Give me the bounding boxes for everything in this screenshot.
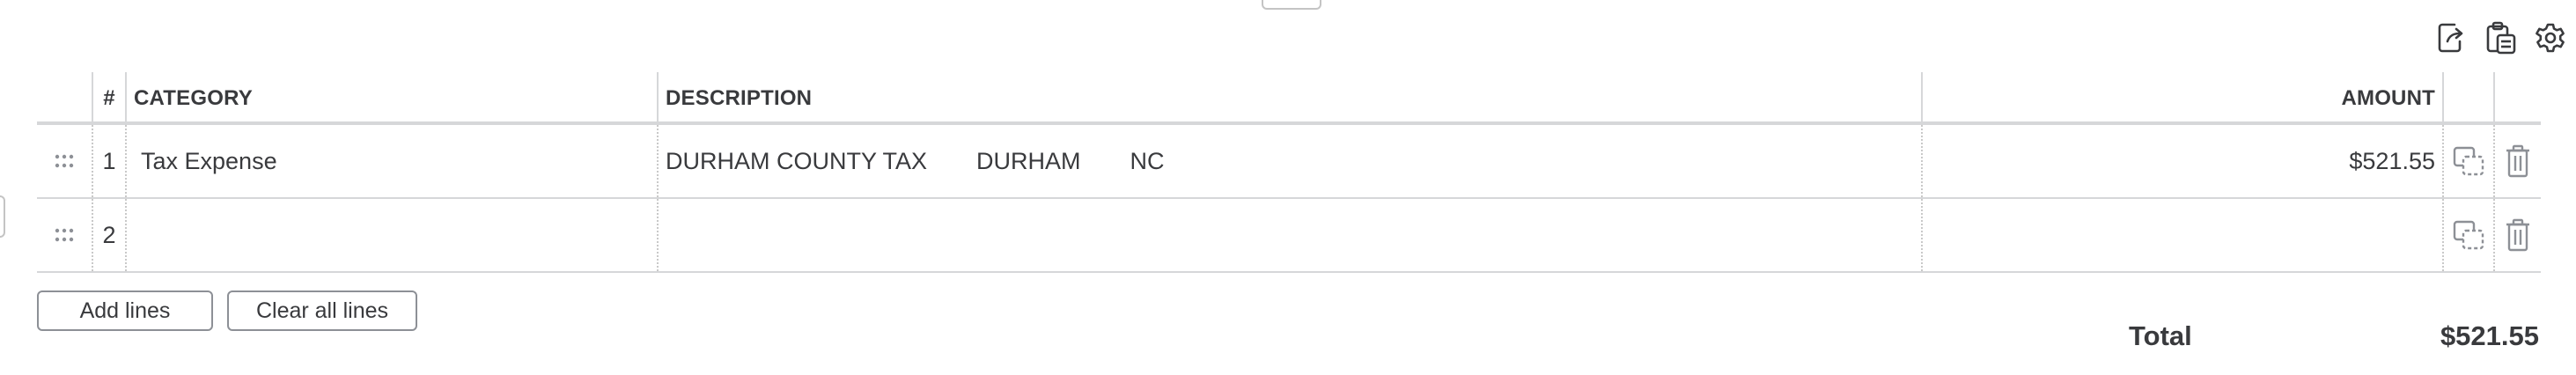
table-row[interactable]: 1 Tax Expense DURHAM COUNTY TAX DURHAM N… bbox=[37, 125, 2541, 199]
trash-icon[interactable] bbox=[2495, 199, 2541, 271]
description-field[interactable]: DURHAM COUNTY TAX DURHAM NC bbox=[659, 125, 1923, 197]
table-toolbar bbox=[2433, 19, 2569, 56]
row-number: 2 bbox=[93, 199, 127, 271]
add-lines-button[interactable]: Add lines bbox=[37, 290, 213, 331]
header-delete-column bbox=[2495, 72, 2541, 121]
category-details-table: # CATEGORY DESCRIPTION AMOUNT 1 Tax Expe… bbox=[37, 72, 2541, 273]
drag-handle-icon[interactable] bbox=[37, 199, 93, 271]
row-number: 1 bbox=[93, 125, 127, 197]
table-row[interactable]: 2 bbox=[37, 199, 2541, 273]
header-description: DESCRIPTION bbox=[659, 72, 1923, 121]
collapse-tab-top[interactable] bbox=[1262, 0, 1321, 10]
header-copy-column bbox=[2444, 72, 2495, 121]
header-amount: AMOUNT bbox=[1923, 72, 2444, 121]
clear-all-lines-button[interactable]: Clear all lines bbox=[227, 290, 417, 331]
copy-icon[interactable] bbox=[2444, 125, 2495, 197]
total-label: Total bbox=[2129, 320, 2192, 351]
amount-field[interactable] bbox=[1923, 199, 2444, 271]
trash-icon[interactable] bbox=[2495, 125, 2541, 197]
header-number: # bbox=[93, 72, 127, 121]
table-header-row: # CATEGORY DESCRIPTION AMOUNT bbox=[37, 72, 2541, 125]
paste-clipboard-icon[interactable] bbox=[2483, 19, 2520, 56]
description-state: NC bbox=[1130, 147, 1165, 174]
category-value: Tax Expense bbox=[141, 147, 277, 174]
copy-icon[interactable] bbox=[2444, 199, 2495, 271]
drag-handle-icon[interactable] bbox=[37, 125, 93, 197]
total-value: $521.55 bbox=[2440, 320, 2539, 351]
header-handle-column bbox=[37, 72, 93, 121]
export-icon[interactable] bbox=[2433, 19, 2470, 56]
category-field[interactable] bbox=[127, 199, 659, 271]
header-category: CATEGORY bbox=[127, 72, 659, 121]
collapse-tab-left[interactable] bbox=[0, 195, 5, 238]
description-payee: DURHAM COUNTY TAX bbox=[666, 147, 928, 174]
gear-icon[interactable] bbox=[2532, 19, 2569, 56]
category-field[interactable]: Tax Expense bbox=[127, 125, 659, 197]
description-field[interactable] bbox=[659, 199, 1923, 271]
amount-field[interactable]: $521.55 bbox=[1923, 125, 2444, 197]
description-city: DURHAM bbox=[976, 147, 1081, 174]
